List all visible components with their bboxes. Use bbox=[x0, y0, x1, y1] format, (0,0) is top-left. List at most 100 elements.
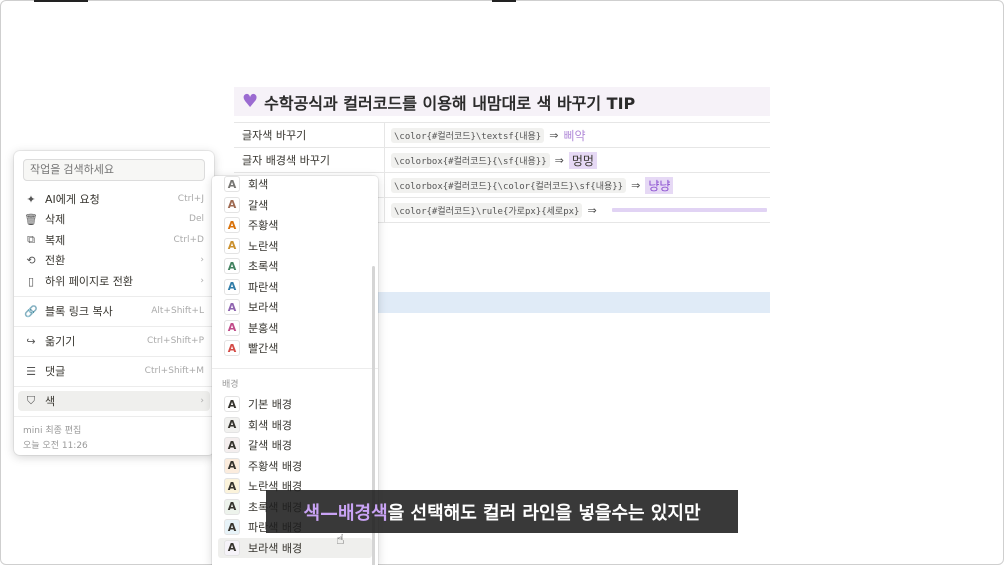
caption-text: 을 선택해도 컬러 라인을 넣을수는 있지만 bbox=[387, 502, 701, 524]
trash-icon: 🗑 bbox=[24, 212, 38, 226]
menu-divider bbox=[14, 386, 214, 387]
last-edited-time: 오늘 오전 11:26 bbox=[23, 441, 88, 451]
background-swatch-icon: A bbox=[224, 498, 240, 515]
formula-code: \color{#컬러코드}\textsf{내용} bbox=[391, 127, 545, 143]
background-swatch-icon: A bbox=[224, 519, 240, 535]
formula-result: 삐약 bbox=[563, 128, 586, 143]
menu-item-shortcut: Ctrl+D bbox=[173, 235, 205, 245]
color-swatch-icon: A bbox=[224, 196, 240, 213]
table-cell-formula[interactable]: \color{#컬러코드}\rule{가로px}{세로px} ⇒ bbox=[384, 198, 770, 222]
purple-heart-icon: ♥ bbox=[242, 91, 259, 112]
menu-item-comment[interactable]: ☰ 댓글 Ctrl+Shift+M bbox=[18, 361, 210, 381]
color-swatch-icon: A bbox=[224, 237, 240, 254]
video-caption: 색—배경색 을 선택해도 컬러 라인을 넣을수는 있지만 bbox=[266, 490, 738, 533]
menu-item-label: 옮기기 bbox=[45, 335, 76, 348]
menu-item-turn-into[interactable]: ⟲ 전환 › bbox=[18, 250, 210, 270]
table-row[interactable]: 글자색 바꾸기 \color{#컬러코드}\textsf{내용} ⇒ 삐약 bbox=[234, 122, 770, 148]
link-icon: 🔗 bbox=[24, 304, 38, 318]
menu-item-shortcut: Del bbox=[189, 214, 204, 224]
color-rule-line bbox=[611, 208, 767, 212]
background-option[interactable]: A 회색 배경 bbox=[218, 415, 372, 435]
arrow: ⇒ bbox=[549, 128, 559, 142]
color-option-label: 파란색 bbox=[248, 280, 279, 294]
menu-item-ask-ai[interactable]: ✦ AI에게 요청 Ctrl+J bbox=[18, 189, 210, 209]
table-cell-label: 글자 배경색 바꾸기 bbox=[242, 154, 330, 167]
page-heading-callout[interactable]: ♥ 수학공식과 컬러코드를 이용해 내맘대로 색 바꾸기 TIP bbox=[234, 87, 770, 116]
color-option[interactable]: A 회색 bbox=[218, 176, 372, 194]
paint-icon: ⛉ bbox=[26, 394, 36, 407]
menu-item-turn-into-page[interactable]: ▯ 하위 페이지로 전환 › bbox=[18, 271, 210, 291]
page-icon: ▯ bbox=[27, 274, 35, 288]
color-option[interactable]: A 보라색 bbox=[218, 297, 372, 317]
top-edge-mark bbox=[492, 0, 516, 2]
color-option[interactable]: A 파란색 bbox=[218, 277, 372, 297]
copy-icon: ⧉ bbox=[27, 233, 35, 246]
color-option[interactable]: A 주황색 bbox=[218, 215, 372, 235]
menu-item-label: 댓글 bbox=[45, 365, 66, 378]
color-swatch-icon: A bbox=[224, 319, 240, 336]
menu-item-label: 복제 bbox=[45, 234, 66, 247]
move-icon: ↪ bbox=[26, 334, 36, 348]
table-cell-formula[interactable]: \colorbox{#컬러코드}{\sf{내용}} ⇒ 멍멍 bbox=[384, 148, 770, 172]
menu-item-label: 블록 링크 복사 bbox=[45, 305, 113, 318]
formula-code: \color{#컬러코드}\rule{가로px}{세로px} bbox=[391, 202, 583, 218]
color-option[interactable]: A 노란색 bbox=[218, 236, 372, 256]
table-cell-formula[interactable]: \colorbox{#컬러코드}{\color{컬러코드}\sf{내용}} ⇒ … bbox=[384, 173, 770, 197]
background-option[interactable]: A 기본 배경 bbox=[218, 394, 372, 414]
sparkle-icon: ✦ bbox=[26, 192, 36, 206]
background-option[interactable]: A 주황색 배경 bbox=[218, 456, 372, 476]
color-option-label: 주황색 bbox=[248, 219, 279, 232]
menu-item-duplicate[interactable]: ⧉ 복제 Ctrl+D bbox=[18, 230, 210, 250]
formula-result: 냥냥 bbox=[645, 176, 674, 194]
menu-item-label: 삭제 bbox=[45, 213, 66, 226]
menu-item-shortcut: Alt+Shift+L bbox=[151, 306, 204, 316]
color-option[interactable]: A 분홍색 bbox=[218, 318, 372, 338]
block-context-menu: ✦ AI에게 요청 Ctrl+J 🗑 삭제 Del ⧉ 복제 Ctrl+D ⟲ … bbox=[14, 151, 214, 455]
table-cell-formula[interactable]: \color{#컬러코드}\textsf{내용} ⇒ 삐약 bbox=[384, 123, 770, 147]
arrow: ⇒ bbox=[554, 153, 564, 167]
color-option-label: 회색 bbox=[248, 178, 269, 191]
color-option-label: 보라색 bbox=[248, 301, 279, 314]
background-swatch-icon: A bbox=[224, 396, 240, 412]
color-option[interactable]: A 초록색 bbox=[218, 256, 372, 276]
menu-item-label: 하위 페이지로 전환 bbox=[45, 275, 133, 288]
table-row[interactable]: 글자 배경색 바꾸기 \colorbox{#컬러코드}{\sf{내용}} ⇒ 멍… bbox=[234, 147, 770, 173]
color-option-label: 초록색 bbox=[248, 260, 279, 273]
color-option[interactable]: A 빨간색 bbox=[218, 338, 372, 358]
background-option[interactable]: A 보라색 배경 bbox=[218, 537, 372, 558]
formula-code: \colorbox{#컬러코드}{\sf{내용}} bbox=[391, 152, 550, 168]
turn-into-icon: ⟲ bbox=[26, 253, 36, 267]
menu-divider bbox=[14, 356, 214, 357]
color-swatch-icon: A bbox=[224, 258, 240, 274]
color-option[interactable]: A 갈색 bbox=[218, 195, 372, 215]
color-option-label: 빨간색 bbox=[248, 342, 279, 355]
menu-divider bbox=[14, 326, 214, 327]
caption-highlight: 색—배경색 bbox=[303, 502, 388, 524]
mouse-pointer-icon: ☝ bbox=[336, 532, 345, 548]
formula-code: \colorbox{#컬러코드}{\color{컬러코드}\sf{내용}} bbox=[391, 177, 627, 193]
action-search-input[interactable] bbox=[23, 159, 205, 181]
arrow: ⇒ bbox=[587, 203, 597, 217]
background-swatch-icon: A bbox=[224, 416, 240, 433]
color-swatch-icon: A bbox=[224, 278, 240, 295]
formula-result: 멍멍 bbox=[568, 151, 597, 169]
chevron-right-icon: › bbox=[200, 255, 204, 265]
chevron-right-icon: › bbox=[200, 396, 204, 406]
menu-item-shortcut: Ctrl+Shift+M bbox=[144, 366, 204, 376]
background-option-label: 보라색 배경 bbox=[248, 541, 303, 555]
menu-item-shortcut: Ctrl+J bbox=[177, 194, 204, 204]
color-swatch-icon: A bbox=[224, 299, 240, 315]
background-section-header: 배경 bbox=[222, 380, 239, 390]
background-option-label: 갈색 배경 bbox=[248, 439, 292, 452]
menu-item-label: AI에게 요청 bbox=[45, 193, 100, 206]
menu-item-color[interactable]: ⛉ 색 › bbox=[18, 391, 210, 411]
background-option-label: 주황색 배경 bbox=[248, 459, 303, 473]
color-option-label: 갈색 bbox=[248, 198, 269, 212]
menu-item-move[interactable]: ↪ 옮기기 Ctrl+Shift+P bbox=[18, 331, 210, 351]
color-option-label: 노란색 bbox=[248, 239, 279, 253]
background-option[interactable]: A 갈색 배경 bbox=[218, 435, 372, 455]
menu-item-copy-link[interactable]: 🔗 블록 링크 복사 Alt+Shift+L bbox=[18, 301, 210, 321]
menu-item-delete[interactable]: 🗑 삭제 Del bbox=[18, 209, 210, 229]
comment-icon: ☰ bbox=[26, 364, 36, 378]
background-swatch-icon: A bbox=[224, 437, 240, 453]
